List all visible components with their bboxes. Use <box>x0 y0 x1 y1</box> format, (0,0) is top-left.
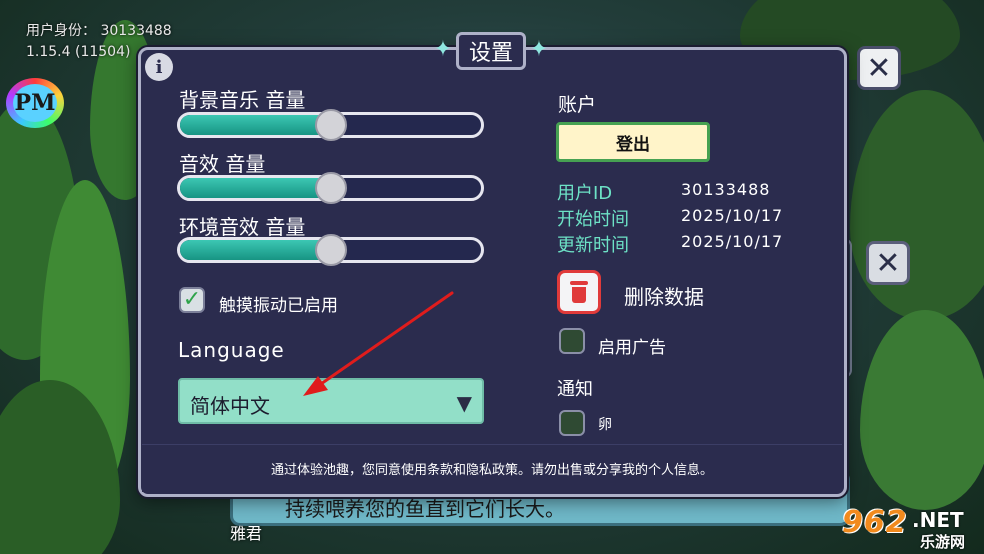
start-time-value: 2025/10/17 <box>681 206 784 225</box>
dropdown-arrow-icon: ▼ <box>456 391 472 415</box>
enable-ads-label: 启用广告 <box>598 338 666 358</box>
language-label: Language <box>178 338 285 362</box>
notifications-title: 通知 <box>557 379 593 400</box>
dialog-text: 持续喂养您的鱼直到它们长大。 <box>285 497 565 521</box>
sparkle-icon: ✦ <box>529 37 549 62</box>
ambient-volume-label: 环境音效 音量 <box>179 215 306 239</box>
music-volume-label: 背景音乐 音量 <box>179 88 306 112</box>
pm-logo-text: PM <box>13 84 57 122</box>
slider-knob[interactable] <box>314 109 347 141</box>
watermark-suffix: .NET <box>912 508 964 532</box>
close-icon: ✕ <box>866 50 892 86</box>
start-time-key: 开始时间 <box>557 209 629 230</box>
sparkle-icon: ✦ <box>433 37 453 62</box>
settings-title-banner: ✦ 设置 ✦ <box>430 28 550 72</box>
music-volume-slider[interactable] <box>177 109 484 141</box>
seaweed-decoration <box>850 90 984 320</box>
delete-data-button[interactable] <box>557 270 601 314</box>
watermark-label: 乐游网 <box>920 533 966 551</box>
delete-data-label: 删除数据 <box>624 285 704 309</box>
version-text: 1.15.4 (11504) <box>26 44 131 60</box>
close-settings-button[interactable]: ✕ <box>857 46 901 90</box>
language-selected-value: 简体中文 <box>190 394 270 418</box>
speaker-name: 雅君 <box>230 524 263 543</box>
slider-fill <box>180 178 331 198</box>
consent-footer: 通过体验池趣，您同意使用条款和隐私政策。请勿出售或分享我的个人信息。 <box>142 444 842 492</box>
slider-knob[interactable] <box>314 172 347 204</box>
user-id-value: 30133488 <box>681 180 771 199</box>
close-icon: ✕ <box>875 245 901 281</box>
seaweed-decoration <box>860 310 984 510</box>
site-watermark: 962 .NET 乐游网 <box>842 505 980 551</box>
update-time-value: 2025/10/17 <box>681 232 784 251</box>
sfx-volume-label: 音效 音量 <box>179 152 266 176</box>
background-close-button[interactable]: ✕ <box>866 241 910 285</box>
user-id-key: 用户ID <box>557 183 613 204</box>
enable-ads-checkbox[interactable] <box>559 328 585 354</box>
consent-text[interactable]: 通过体验池趣，您同意使用条款和隐私政策。请勿出售或分享我的个人信息。 <box>271 459 713 478</box>
sfx-volume-slider[interactable] <box>177 172 484 204</box>
settings-title: 设置 <box>456 32 526 70</box>
user-identity-text: 用户身份： 30133488 <box>26 23 172 39</box>
notification-egg-checkbox[interactable] <box>559 410 585 436</box>
logout-button[interactable]: 登出 <box>556 122 710 162</box>
update-time-key: 更新时间 <box>557 235 629 256</box>
vibration-label: 触摸振动已启用 <box>219 296 338 316</box>
checkmark-icon: ✓ <box>182 287 202 312</box>
slider-knob[interactable] <box>314 234 347 266</box>
slider-fill <box>180 115 331 135</box>
language-select[interactable]: 简体中文 ▼ <box>178 378 484 424</box>
notification-egg-label: 卵 <box>598 417 612 433</box>
info-icon[interactable]: i <box>145 53 173 81</box>
slider-fill <box>180 240 331 260</box>
vibration-checkbox[interactable]: ✓ <box>179 287 205 313</box>
ambient-volume-slider[interactable] <box>177 234 484 266</box>
pm-logo: PM <box>6 78 64 128</box>
watermark-number: 962 <box>842 505 908 540</box>
account-title: 账户 <box>558 94 597 116</box>
